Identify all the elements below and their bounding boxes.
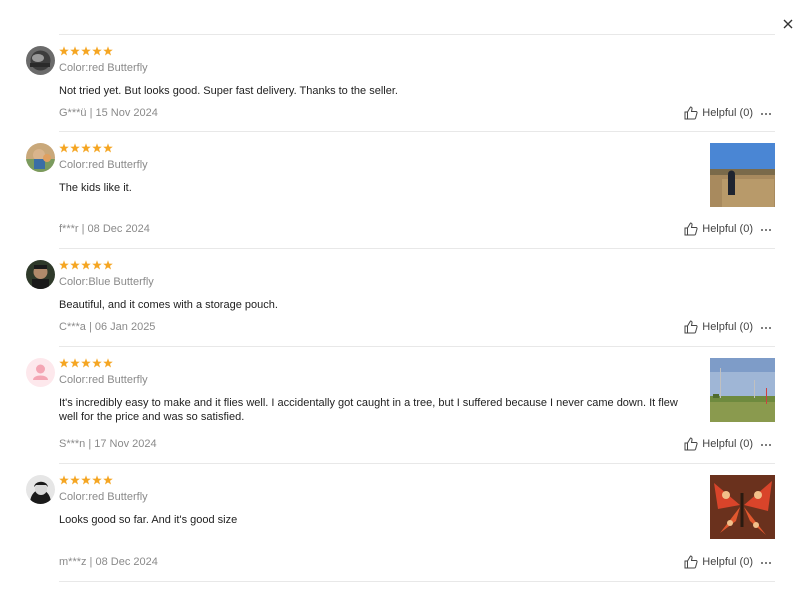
star-icon xyxy=(92,475,102,485)
color-variant: Color:red Butterfly xyxy=(59,62,148,74)
star-icon xyxy=(103,260,113,270)
ellipsis-icon xyxy=(761,113,763,115)
review-meta: C***a | 06 Jan 2025 xyxy=(59,321,156,333)
thumbs-up-icon xyxy=(684,555,698,569)
more-options-button[interactable] xyxy=(761,560,773,566)
review-item: Color:red Butterfly Looks good so far. A… xyxy=(26,464,775,582)
review-photo[interactable] xyxy=(710,143,775,207)
color-variant: Color:red Butterfly xyxy=(59,159,148,171)
thumbs-up-icon xyxy=(684,222,698,236)
helpful-button[interactable]: Helpful (0) xyxy=(684,555,753,569)
thumbs-up-icon xyxy=(684,320,698,334)
star-icon xyxy=(81,358,91,368)
more-options-button[interactable] xyxy=(761,325,773,331)
star-icon xyxy=(70,358,80,368)
star-icon xyxy=(92,143,102,153)
star-icon xyxy=(103,46,113,56)
star-icon xyxy=(81,260,91,270)
star-rating xyxy=(59,260,113,270)
star-icon xyxy=(59,143,69,153)
avatar xyxy=(26,143,55,172)
review-meta: m***z | 08 Dec 2024 xyxy=(59,556,158,568)
ellipsis-icon xyxy=(761,229,763,231)
more-options-button[interactable] xyxy=(761,227,773,233)
review-photo[interactable] xyxy=(710,358,775,422)
close-icon xyxy=(783,19,793,29)
helpful-button[interactable]: Helpful (0) xyxy=(684,222,753,236)
helpful-button[interactable]: Helpful (0) xyxy=(684,437,753,451)
review-photo[interactable] xyxy=(710,475,775,539)
avatar xyxy=(26,46,55,75)
helpful-button[interactable]: Helpful (0) xyxy=(684,106,753,120)
helpful-label: Helpful (0) xyxy=(702,107,753,119)
star-icon xyxy=(59,358,69,368)
helpful-label: Helpful (0) xyxy=(702,556,753,568)
star-icon xyxy=(103,358,113,368)
helpful-label: Helpful (0) xyxy=(702,223,753,235)
star-rating xyxy=(59,475,113,485)
star-icon xyxy=(92,46,102,56)
review-meta: S***n | 17 Nov 2024 xyxy=(59,438,157,450)
star-icon xyxy=(70,143,80,153)
review-item: Color:red Butterfly It's incredibly easy… xyxy=(26,347,775,464)
review-text: Beautiful, and it comes with a storage p… xyxy=(59,299,278,311)
thumbs-up-icon xyxy=(684,106,698,120)
review-item: Color:Blue Butterfly Beautiful, and it c… xyxy=(26,249,775,347)
star-icon xyxy=(59,475,69,485)
more-options-button[interactable] xyxy=(761,442,773,448)
more-options-button[interactable] xyxy=(761,111,773,117)
color-variant: Color:Blue Butterfly xyxy=(59,276,154,288)
review-text: Not tried yet. But looks good. Super fas… xyxy=(59,85,398,97)
star-icon xyxy=(103,143,113,153)
star-icon xyxy=(81,475,91,485)
avatar xyxy=(26,260,55,289)
review-text: The kids like it. xyxy=(59,182,132,194)
review-meta: G***ü | 15 Nov 2024 xyxy=(59,107,158,119)
star-icon xyxy=(92,260,102,270)
avatar xyxy=(26,475,55,504)
review-text: Looks good so far. And it's good size xyxy=(59,514,238,526)
helpful-label: Helpful (0) xyxy=(702,321,753,333)
review-item: Color:red Butterfly Not tried yet. But l… xyxy=(26,35,775,132)
ellipsis-icon xyxy=(761,562,763,564)
star-icon xyxy=(70,260,80,270)
review-meta: f***r | 08 Dec 2024 xyxy=(59,223,150,235)
thumbs-up-icon xyxy=(684,437,698,451)
helpful-label: Helpful (0) xyxy=(702,438,753,450)
star-rating xyxy=(59,143,113,153)
close-button[interactable] xyxy=(780,16,796,32)
color-variant: Color:red Butterfly xyxy=(59,491,148,503)
ellipsis-icon xyxy=(761,444,763,446)
review-item: Color:red Butterfly The kids like it. f*… xyxy=(26,132,775,249)
star-icon xyxy=(59,46,69,56)
color-variant: Color:red Butterfly xyxy=(59,374,148,386)
star-icon xyxy=(59,260,69,270)
star-rating xyxy=(59,46,113,56)
star-icon xyxy=(81,46,91,56)
review-text: It's incredibly easy to make and it flie… xyxy=(59,397,678,423)
star-icon xyxy=(70,475,80,485)
star-rating xyxy=(59,358,113,368)
helpful-button[interactable]: Helpful (0) xyxy=(684,320,753,334)
ellipsis-icon xyxy=(761,327,763,329)
star-icon xyxy=(81,143,91,153)
star-icon xyxy=(70,46,80,56)
star-icon xyxy=(92,358,102,368)
review-list: Color:red Butterfly Not tried yet. But l… xyxy=(26,34,775,582)
star-icon xyxy=(103,475,113,485)
avatar xyxy=(26,358,55,387)
